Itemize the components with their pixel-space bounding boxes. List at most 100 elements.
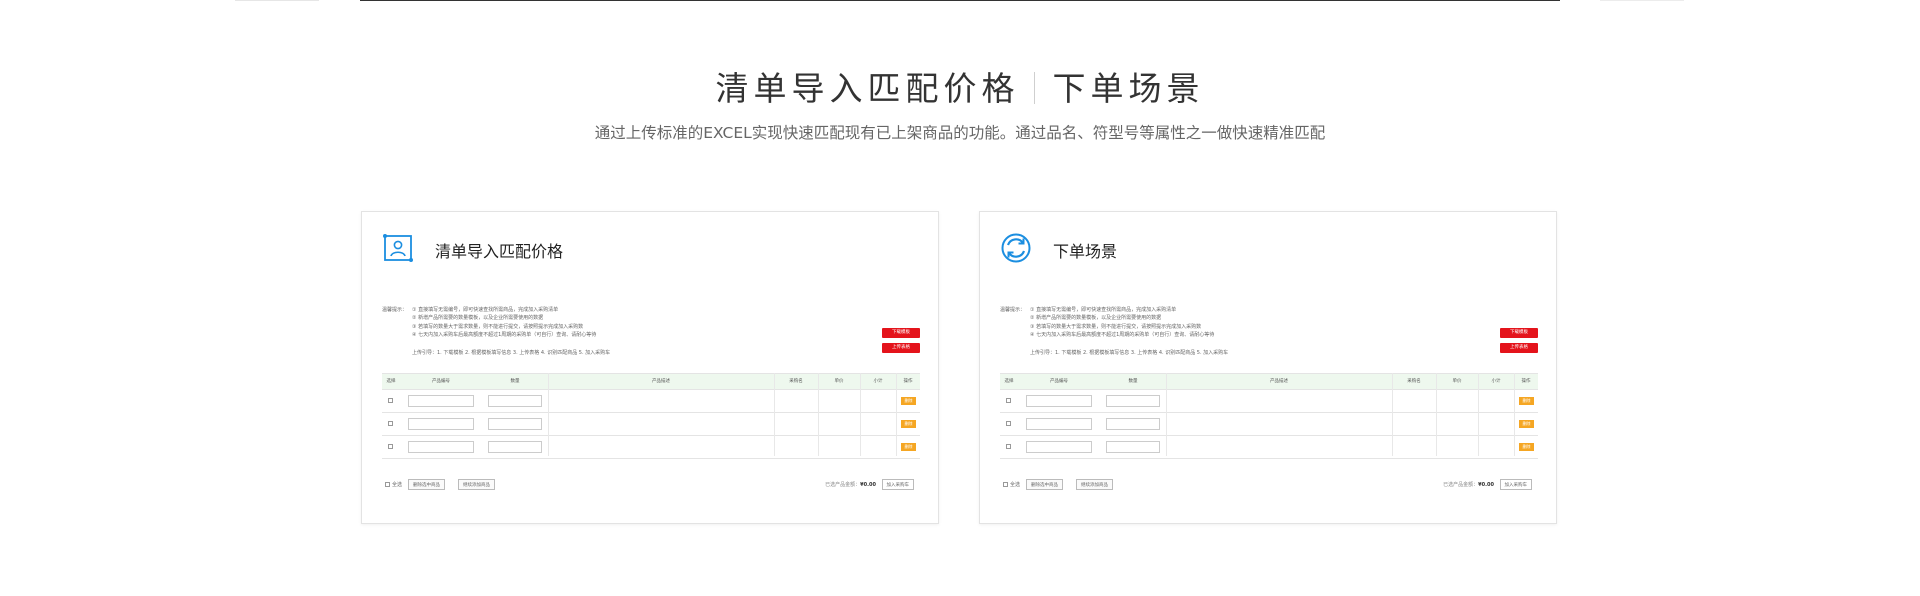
table-row: 删除: [1000, 390, 1538, 413]
tip-line: ② 新增产品所需要的数量模板，以及企业所需要使用的数据: [1030, 315, 1162, 322]
heading-separator: [1033, 72, 1035, 104]
tip-line: ③ 若填写的数量大于需求数量，则不能进行提交，请按照提示完成加入采购数: [1030, 323, 1202, 330]
delete-row-button[interactable]: 删除: [901, 397, 916, 405]
total-value: ¥0.00: [1478, 482, 1494, 488]
col-header: 小计: [873, 379, 883, 384]
col-header: 选择: [386, 379, 396, 384]
delete-selected-button[interactable]: 删除选中商品: [408, 479, 445, 490]
add-to-cart-button[interactable]: 加入采购车: [1499, 479, 1532, 490]
image-user-icon: [383, 234, 413, 262]
product-code-input[interactable]: [1026, 395, 1092, 407]
select-all-label: 全选: [392, 482, 403, 488]
row-checkbox[interactable]: [388, 398, 393, 403]
faint-divider-left: [235, 0, 319, 1]
row-checkbox[interactable]: [1006, 398, 1011, 403]
col-header: 单价: [834, 379, 844, 384]
column-divider: [1436, 373, 1437, 456]
total-amount: 已选产品金额：¥0.00: [1443, 481, 1494, 488]
table-row: 删除: [382, 413, 920, 436]
delete-row-button[interactable]: 删除: [901, 420, 916, 428]
heading-right: 下单场景: [1052, 69, 1205, 108]
column-divider: [1514, 373, 1515, 456]
tips-list: ① 直接填写无需编号，即可快速查找所需商品，完成加入采购清单 ② 新增产品所需要…: [1030, 306, 1214, 340]
feature-card-import[interactable]: 清单导入匹配价格 温馨提示： ① 直接填写无需编号，即可快速查找所需商品，完成加…: [361, 211, 939, 524]
column-divider: [860, 373, 861, 456]
col-header: 产品描述: [1270, 379, 1288, 384]
tips-label: 温馨提示：: [1000, 307, 1026, 313]
cycle-arrows-icon: [1001, 233, 1031, 263]
col-header: 采购名: [789, 379, 803, 384]
items-table: 选择 产品编号 数量 产品描述 采购名 单价 小计 操作 删除 删除 删除: [1000, 373, 1538, 459]
tips-list: ① 直接填写无需编号，即可快速查找所需商品，完成加入采购清单 ② 新增产品所需要…: [412, 306, 596, 340]
product-code-input[interactable]: [408, 441, 474, 453]
col-header: 操作: [1521, 379, 1531, 384]
col-header: 产品描述: [652, 379, 670, 384]
quantity-input[interactable]: [488, 441, 542, 453]
row-checkbox[interactable]: [1006, 421, 1011, 426]
delete-row-button[interactable]: 删除: [901, 443, 916, 451]
select-all-checkbox[interactable]: [385, 482, 390, 487]
col-header: 单价: [1452, 379, 1462, 384]
total-value: ¥0.00: [860, 482, 876, 488]
delete-row-button[interactable]: 删除: [1519, 443, 1534, 451]
quantity-input[interactable]: [1106, 418, 1160, 430]
product-code-input[interactable]: [1026, 418, 1092, 430]
delete-row-button[interactable]: 删除: [1519, 397, 1534, 405]
add-to-cart-button[interactable]: 加入采购车: [881, 479, 914, 490]
heading-left: 清单导入匹配价格: [715, 69, 1020, 108]
select-all-label: 全选: [1010, 482, 1021, 488]
table-row: 删除: [1000, 413, 1538, 436]
card-title: 下单场景: [1053, 242, 1118, 261]
faint-divider-right: [1600, 0, 1684, 1]
screenshot-preview: 温馨提示： ① 直接填写无需编号，即可快速查找所需商品，完成加入采购清单 ② 新…: [382, 304, 920, 504]
table-header: 选择 产品编号 数量 产品描述 采购名 单价 小计 操作: [1000, 374, 1538, 390]
table-header: 选择 产品编号 数量 产品描述 采购名 单价 小计 操作: [382, 374, 920, 390]
continue-add-button[interactable]: 继续添加商品: [1076, 479, 1113, 490]
column-divider: [548, 373, 549, 456]
product-code-input[interactable]: [1026, 441, 1092, 453]
product-code-input[interactable]: [408, 418, 474, 430]
section-heading: 清单导入匹配价格 下单场景: [0, 62, 1920, 110]
screenshot-preview: 温馨提示： ① 直接填写无需编号，即可快速查找所需商品，完成加入采购清单 ② 新…: [1000, 304, 1538, 504]
col-header: 采购名: [1407, 379, 1421, 384]
tip-line: ④ 七天内加入采购车后最高额度不超过1周期的采购单（可自行）查询、请耐心等待: [412, 332, 597, 339]
product-code-input[interactable]: [408, 395, 474, 407]
upload-table-button[interactable]: 上传表格: [1500, 343, 1538, 353]
upload-table-button[interactable]: 上传表格: [882, 343, 920, 353]
column-divider: [1478, 373, 1479, 456]
feature-card-order[interactable]: 下单场景 温馨提示： ① 直接填写无需编号，即可快速查找所需商品，完成加入采购清…: [979, 211, 1557, 524]
table-row: 删除: [382, 390, 920, 413]
col-header: 操作: [903, 379, 913, 384]
download-template-button[interactable]: 下载模板: [882, 328, 920, 338]
delete-row-button[interactable]: 删除: [1519, 420, 1534, 428]
quantity-input[interactable]: [488, 395, 542, 407]
column-divider: [896, 373, 897, 456]
row-checkbox[interactable]: [1006, 444, 1011, 449]
column-divider: [774, 373, 775, 456]
col-header: 数量: [1128, 379, 1138, 384]
quantity-input[interactable]: [1106, 395, 1160, 407]
tip-line: ③ 若填写的数量大于需求数量，则不能进行提交，请按照提示完成加入采购数: [412, 323, 584, 330]
row-checkbox[interactable]: [388, 421, 393, 426]
card-title: 清单导入匹配价格: [435, 242, 564, 261]
total-label: 已选产品金额：: [825, 482, 861, 488]
top-divider-line: [360, 0, 1560, 1]
continue-add-button[interactable]: 继续添加商品: [458, 479, 495, 490]
table-row: 删除: [382, 436, 920, 459]
quantity-input[interactable]: [1106, 441, 1160, 453]
tips-label: 温馨提示：: [382, 307, 408, 313]
table-row: 删除: [1000, 436, 1538, 459]
col-header: 选择: [1004, 379, 1014, 384]
download-template-button[interactable]: 下载模板: [1500, 328, 1538, 338]
items-table: 选择 产品编号 数量 产品描述 采购名 单价 小计 操作 删除 删除 删除: [382, 373, 920, 459]
column-divider: [1392, 373, 1393, 456]
tip-line: ④ 七天内加入采购车后最高额度不超过1周期的采购单（可自行）查询、请耐心等待: [1030, 332, 1215, 339]
tip-line: ① 直接填写无需编号，即可快速查找所需商品，完成加入采购清单: [412, 307, 559, 313]
col-header: 小计: [1491, 379, 1501, 384]
table-footer: 全选 删除选中商品 继续添加商品 已选产品金额：¥0.00 加入采购车: [1000, 479, 1538, 491]
quantity-input[interactable]: [488, 418, 542, 430]
table-footer: 全选 删除选中商品 继续添加商品 已选产品金额：¥0.00 加入采购车: [382, 479, 920, 491]
delete-selected-button[interactable]: 删除选中商品: [1026, 479, 1063, 490]
row-checkbox[interactable]: [388, 444, 393, 449]
select-all-checkbox[interactable]: [1003, 482, 1008, 487]
